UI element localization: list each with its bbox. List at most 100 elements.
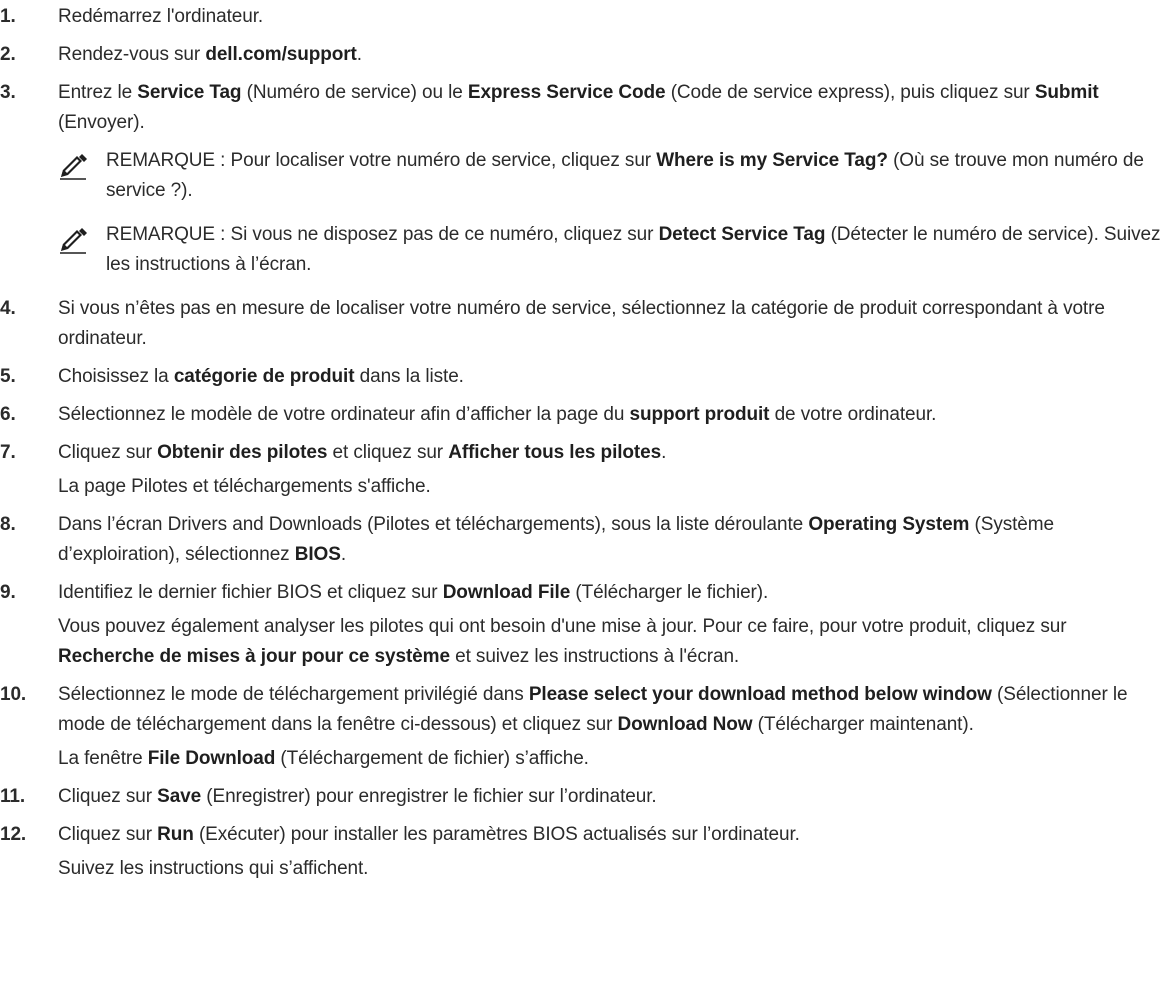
step-number: 2. — [0, 44, 16, 65]
text-run: La fenêtre — [58, 748, 148, 769]
emphasized-text: Afficher tous les pilotes — [448, 442, 662, 463]
step-text: Redémarrez l'ordinateur. — [58, 2, 1161, 32]
text-run: (Enregistrer) pour enregistrer le fichie… — [201, 786, 657, 807]
step-number: 7. — [0, 442, 16, 463]
step-item: 10. Sélectionnez le mode de téléchargemen… — [0, 680, 1175, 774]
step-item: 12. Cliquez sur Run (Exécuter) pour insta… — [0, 820, 1175, 884]
step-item: 6. Sélectionnez le modèle de votre ordina… — [0, 400, 1175, 430]
step-item: 1. Redémarrez l'ordinateur. — [0, 2, 1175, 32]
step-subtext: Vous pouvez également analyser les pilot… — [58, 612, 1161, 672]
step-number: 11. — [0, 786, 26, 807]
text-run: Cliquez sur — [58, 824, 158, 845]
step-text: Identifiez le dernier fichier BIOS et cl… — [58, 578, 1161, 608]
note-block: REMARQUE : Si vous ne disposez pas de ce… — [58, 220, 1161, 280]
text-run: Si vous ne disposez pas de ce numéro, cl… — [230, 224, 659, 245]
text-run: La page Pilotes et téléchargements s'aff… — [58, 476, 431, 497]
emphasized-text: File Download — [147, 748, 276, 769]
step-item: 9. Identifiez le dernier fichier BIOS et … — [0, 578, 1175, 672]
step-text: Cliquez sur Obtenir des pilotes et cliqu… — [58, 438, 1161, 468]
text-run: Rendez-vous sur — [58, 44, 206, 65]
text-run: . — [356, 44, 362, 65]
text-run: (Télécharger le fichier). — [570, 582, 769, 603]
text-run: (Exécuter) pour installer les paramètres… — [193, 824, 800, 845]
step-item: 4. Si vous n’êtes pas en mesure de locali… — [0, 294, 1175, 354]
text-run: . — [340, 544, 346, 565]
emphasized-text: Download Now — [617, 714, 753, 735]
text-run: (Numéro de service) ou le — [241, 82, 468, 103]
emphasized-text: Run — [157, 824, 194, 845]
text-run: Sélectionnez le modèle de votre ordinate… — [58, 404, 630, 425]
step-item: 7. Cliquez sur Obtenir des pilotes et cli… — [0, 438, 1175, 502]
step-number: 1. — [0, 6, 16, 27]
text-run: Cliquez sur — [58, 786, 158, 807]
emphasized-text: support produit — [629, 404, 770, 425]
emphasized-text: Recherche de mises à jour pour ce systèm… — [58, 646, 450, 667]
emphasized-text: Download File — [442, 582, 571, 603]
step-item: 3. Entrez le Service Tag (Numéro de servi… — [0, 78, 1175, 280]
step-text: Si vous n’êtes pas en mesure de localise… — [58, 294, 1161, 354]
step-subtext: La fenêtre File Download (Téléchargement… — [58, 744, 1161, 774]
note-text: REMARQUE : Si vous ne disposez pas de ce… — [106, 220, 1161, 280]
pencil-note-icon — [58, 228, 88, 254]
step-number: 6. — [0, 404, 16, 425]
text-run: Dans l’écran Drivers and Downloads (Pilo… — [58, 514, 809, 535]
emphasized-text: BIOS — [294, 544, 341, 565]
text-run: Vous pouvez également analyser les pilot… — [58, 616, 1067, 637]
emphasized-text: Submit — [1034, 82, 1099, 103]
step-item: 8. Dans l’écran Drivers and Downloads (Pi… — [0, 510, 1175, 570]
emphasized-text: Operating System — [808, 514, 970, 535]
emphasized-text: Service Tag — [137, 82, 242, 103]
emphasized-text: Please select your download method below… — [528, 684, 992, 705]
text-run: . — [661, 442, 667, 463]
text-run: dans la liste. — [354, 366, 464, 387]
emphasized-text: catégorie de produit — [173, 366, 355, 387]
procedure-steps-list: 1. Redémarrez l'ordinateur. 2. Rendez-vous … — [0, 2, 1175, 884]
note-label: REMARQUE : — [106, 150, 226, 171]
document-body: 1. Redémarrez l'ordinateur. 2. Rendez-vous … — [0, 0, 1175, 884]
emphasized-text: Where is my Service Tag? — [656, 150, 888, 171]
note-text: REMARQUE : Pour localiser votre numéro d… — [106, 146, 1161, 206]
step-number: 4. — [0, 298, 16, 319]
step-text: Cliquez sur Save (Enregistrer) pour enre… — [58, 782, 1161, 812]
step-text: Dans l’écran Drivers and Downloads (Pilo… — [58, 510, 1161, 570]
text-run: Si vous n’êtes pas en mesure de localise… — [58, 298, 1105, 349]
step-item: 5. Choisissez la catégorie de produit dan… — [0, 362, 1175, 392]
step-text: Choisissez la catégorie de produit dans … — [58, 362, 1161, 392]
step-text: Sélectionnez le modèle de votre ordinate… — [58, 400, 1161, 430]
step-subtext: La page Pilotes et téléchargements s'aff… — [58, 472, 1161, 502]
text-run: Choisissez la — [58, 366, 174, 387]
text-run: Suivez les instructions qui s’affichent. — [58, 858, 369, 879]
emphasized-text: Save — [157, 786, 202, 807]
pencil-note-icon — [58, 154, 88, 180]
step-item: 2. Rendez-vous sur dell.com/support. — [0, 40, 1175, 70]
step-number: 5. — [0, 366, 16, 387]
step-number: 12. — [0, 824, 27, 845]
step-text: Sélectionnez le mode de téléchargement p… — [58, 680, 1161, 740]
note-block: REMARQUE : Pour localiser votre numéro d… — [58, 146, 1161, 206]
text-run: de votre ordinateur. — [769, 404, 937, 425]
step-number: 10. — [0, 684, 27, 705]
text-run: Identifiez le dernier fichier BIOS et cl… — [58, 582, 443, 603]
note-label: REMARQUE : — [106, 224, 226, 245]
text-run: (Télécharger maintenant). — [752, 714, 974, 735]
step-text: Cliquez sur Run (Exécuter) pour installe… — [58, 820, 1161, 850]
text-run: Redémarrez l'ordinateur. — [58, 6, 264, 27]
emphasized-text: Detect Service Tag — [658, 224, 826, 245]
step-text: Entrez le Service Tag (Numéro de service… — [58, 78, 1161, 138]
text-run: Pour localiser votre numéro de service, … — [230, 150, 657, 171]
step-item: 11. Cliquez sur Save (Enregistrer) pour e… — [0, 782, 1175, 812]
text-run: Sélectionnez le mode de téléchargement p… — [58, 684, 529, 705]
step-text: Rendez-vous sur dell.com/support. — [58, 40, 1161, 70]
text-run: et suivez les instructions à l'écran. — [449, 646, 740, 667]
text-run: Entrez le — [58, 82, 138, 103]
emphasized-text: dell.com/support — [205, 44, 357, 65]
text-run: (Code de service express), puis cliquez … — [665, 82, 1035, 103]
emphasized-text: Express Service Code — [467, 82, 666, 103]
step-number: 9. — [0, 582, 16, 603]
text-run: (Téléchargement de fichier) s’affiche. — [275, 748, 589, 769]
step-number: 8. — [0, 514, 16, 535]
step-subtext: Suivez les instructions qui s’affichent. — [58, 854, 1161, 884]
text-run: Cliquez sur — [58, 442, 158, 463]
text-run: (Envoyer). — [58, 112, 145, 133]
step-number: 3. — [0, 82, 16, 103]
